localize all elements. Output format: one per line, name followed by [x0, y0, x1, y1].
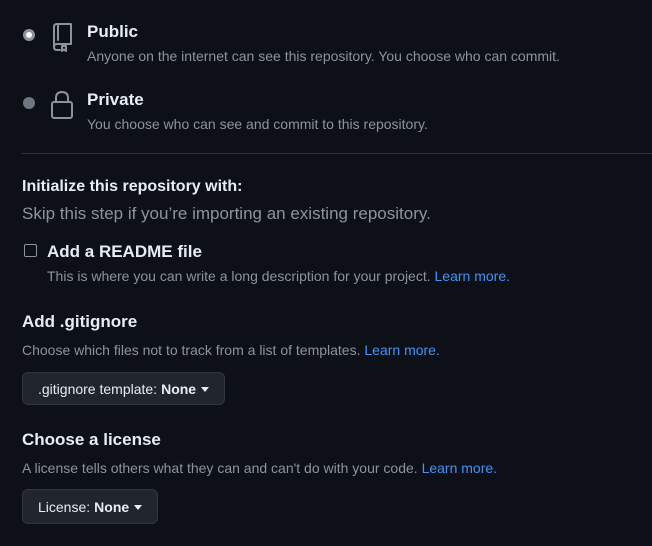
readme-learn-more-link[interactable]: Learn more. [435, 268, 510, 284]
readme-label[interactable]: Add a README file [47, 242, 202, 262]
private-title: Private [87, 90, 144, 109]
caret-down-icon [201, 386, 210, 392]
license-title: Choose a license [22, 430, 161, 449]
readme-description-text: This is where you can write a long descr… [47, 268, 431, 284]
initialize-subtitle: Skip this step if you’re importing an ex… [22, 204, 431, 223]
gitignore-dropdown-label: .gitignore template: [38, 380, 158, 397]
gitignore-description-text: Choose which files not to track from a l… [22, 342, 361, 358]
license-dropdown-value: None [94, 498, 130, 515]
public-radio[interactable] [23, 29, 35, 41]
repo-icon [49, 22, 75, 52]
license-dropdown-label: License: [38, 498, 91, 515]
gitignore-template-dropdown[interactable]: .gitignore template: None [22, 372, 226, 405]
license-learn-more-link[interactable]: Learn more. [422, 460, 497, 476]
lock-icon [50, 90, 74, 120]
license-description: A license tells others what they can and… [22, 460, 497, 476]
license-description-text: A license tells others what they can and… [22, 460, 418, 476]
license-dropdown[interactable]: License: None [22, 489, 159, 524]
public-title: Public [87, 22, 139, 41]
divider [22, 153, 652, 154]
gitignore-learn-more-link[interactable]: Learn more. [364, 342, 439, 358]
readme-description: This is where you can write a long descr… [47, 268, 510, 284]
gitignore-title: Add .gitignore [22, 312, 138, 331]
readme-checkbox[interactable] [24, 244, 37, 257]
private-radio[interactable] [23, 97, 35, 109]
public-description: Anyone on the internet can see this repo… [87, 48, 560, 64]
private-description: You choose who can see and commit to thi… [87, 116, 428, 132]
initialize-title: Initialize this repository with: [22, 178, 243, 195]
gitignore-dropdown-value: None [161, 380, 197, 397]
caret-down-icon [134, 504, 143, 510]
gitignore-description: Choose which files not to track from a l… [22, 342, 440, 358]
